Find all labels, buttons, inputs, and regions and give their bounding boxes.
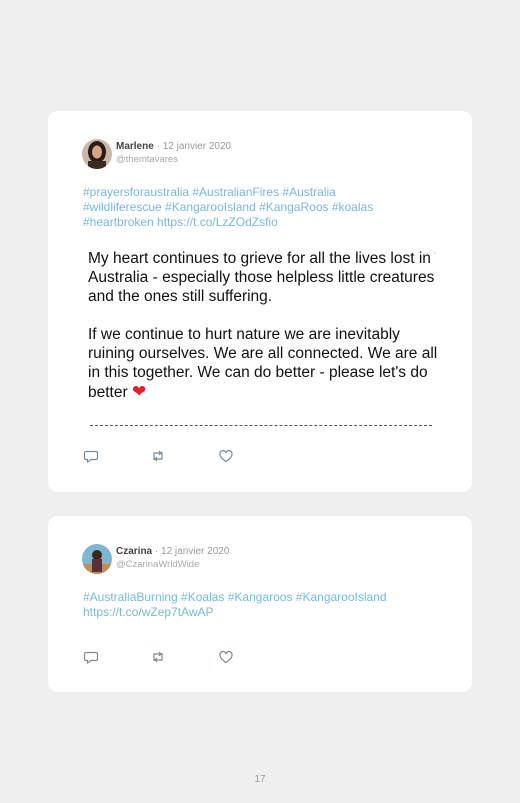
author-name[interactable]: Marlene [116,141,154,152]
like-icon[interactable] [218,649,234,665]
author-name[interactable]: Czarina [116,546,152,557]
tweet-text-line[interactable]: #prayersforaustralia #AustralianFires #A… [83,185,443,200]
tweet-text-line[interactable]: #AustraliaBurning #Koalas #Kangaroos #Ka… [83,590,443,605]
embedded-paragraph-2: If we continue to hurt nature we are ine… [88,325,438,402]
avatar[interactable] [82,544,112,574]
embedded-paragraph-1: My heart continues to grieve for all the… [88,250,435,305]
embedded-text-image[interactable]: My heart continues to grieve for all the… [88,249,438,402]
tweet-actions [83,448,243,464]
divider [90,425,432,426]
tweet-text-line[interactable]: #wildliferescue #KangarooIsland #KangaRo… [83,200,443,215]
separator: · [154,546,159,557]
tweet-actions [83,649,243,665]
tweet-date[interactable]: 12 janvier 2020 [163,141,231,152]
tweet-date[interactable]: 12 janvier 2020 [161,546,229,557]
tweet-card: Marlene · 12 janvier 2020 @themtavares #… [48,111,472,492]
tweet-text: #prayersforaustralia #AustralianFires #A… [83,185,443,230]
separator: · [156,141,160,152]
tweet-text: #AustraliaBurning #Koalas #Kangaroos #Ka… [83,590,443,620]
author-handle[interactable]: @CzarinaWrldWide [116,559,199,570]
tweet-card: Czarina · 12 janvier 2020 @CzarinaWrldWi… [48,516,472,692]
reply-icon[interactable] [83,649,99,665]
retweet-icon[interactable] [150,448,166,464]
avatar[interactable] [82,139,112,169]
tweet-header: Marlene · 12 janvier 2020 [116,141,231,152]
tweet-text-line[interactable]: #heartbroken https://t.co/LzZOdZsfio [83,215,443,230]
reply-icon[interactable] [83,448,99,464]
tweet-header: Czarina · 12 janvier 2020 [116,546,229,557]
page-number: 17 [254,774,266,785]
like-icon[interactable] [218,448,234,464]
red-heart-icon: ❤ [131,382,147,401]
tweet-text-line[interactable]: https://t.co/wZep7tAwAP [83,605,443,620]
retweet-icon[interactable] [150,649,166,665]
author-handle[interactable]: @themtavares [116,154,178,165]
